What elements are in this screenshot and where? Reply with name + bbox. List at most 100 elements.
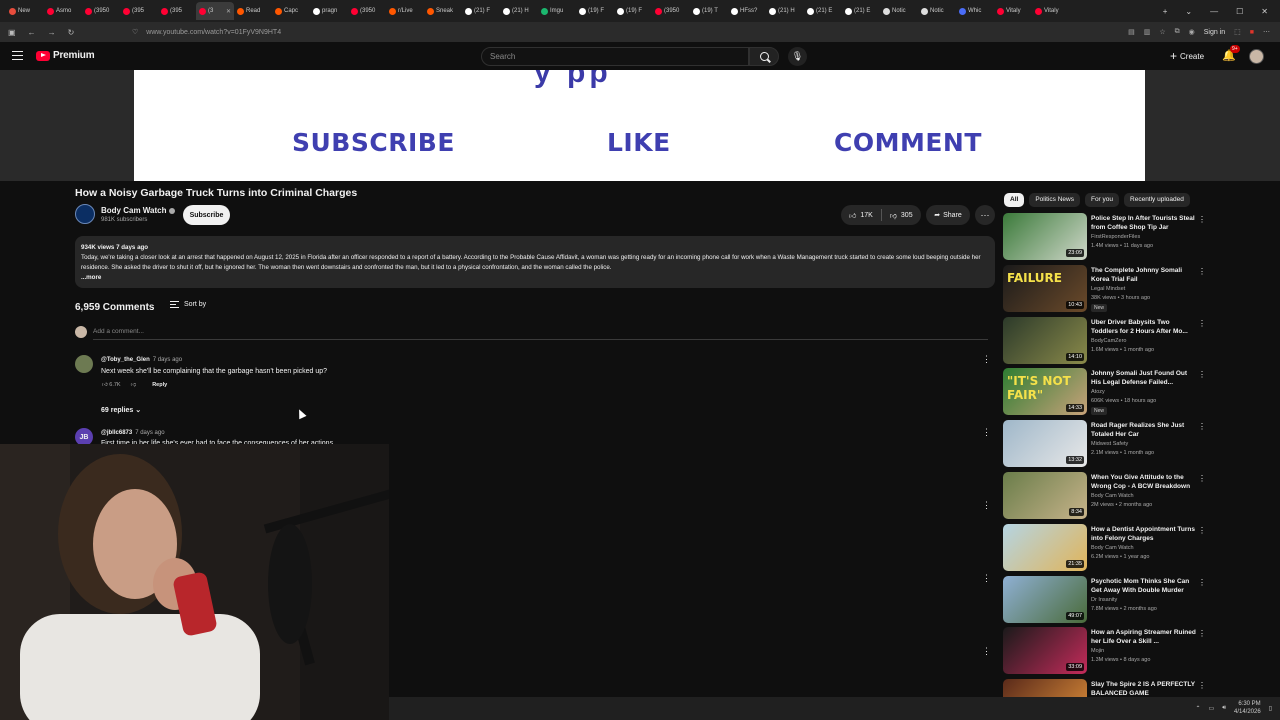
share-button[interactable]: ➦ Share — [926, 205, 970, 225]
recommended-title[interactable]: Uber Driver Babysits Two Toddlers for 2 … — [1091, 318, 1196, 336]
video-thumbnail[interactable]: 21:35 — [1003, 523, 1087, 571]
description-box[interactable]: 934K views 7 days ago Today, we're takin… — [75, 236, 995, 288]
browser-tab[interactable]: HFss? — [728, 2, 766, 20]
tab-list-icon[interactable]: ⌄ — [1185, 7, 1192, 16]
notification-center-icon[interactable]: ▯ — [1269, 705, 1272, 712]
comment-author[interactable]: @Toby_the_Glen 7 days ago — [101, 357, 182, 363]
sidebar-toggle-icon[interactable]: ▣ — [8, 28, 16, 37]
youtube-logo[interactable]: Premium — [36, 50, 95, 61]
browser-tab[interactable]: (3 ✕ — [196, 2, 234, 20]
recommended-video[interactable]: 23:09 Police Step In After Tourists Steal… — [1003, 213, 1208, 261]
hamburger-menu-icon[interactable] — [12, 51, 23, 60]
site-info-icon[interactable]: ♡ — [132, 28, 138, 36]
recommended-channel[interactable]: Body Cam Watch — [1091, 493, 1134, 499]
video-thumbnail[interactable]: "IT'S NOT FAIR" 14:33 — [1003, 368, 1087, 416]
comment-author[interactable]: @jbllc6873 7 days ago — [101, 430, 165, 436]
comment-menu-icon[interactable]: ⋮ — [982, 646, 991, 657]
video-thumbnail[interactable]: 49:07 — [1003, 575, 1087, 623]
recommended-video[interactable]: 14:10 Uber Driver Babysits Two Toddlers f… — [1003, 316, 1208, 365]
video-menu-icon[interactable]: ⋮ — [1198, 526, 1206, 535]
tray-chevron-icon[interactable]: ⌃ — [1196, 705, 1201, 712]
minimize-icon[interactable]: — — [1210, 7, 1218, 16]
browser-tab[interactable]: Read — [234, 2, 272, 20]
browser-tab[interactable]: (21) H — [500, 2, 538, 20]
reload-icon[interactable]: ↻ — [68, 28, 75, 37]
recommended-channel[interactable]: Midwest Safety — [1091, 441, 1128, 447]
browser-tab[interactable]: (21) E — [804, 2, 842, 20]
close-tab-icon[interactable]: ✕ — [226, 8, 231, 15]
view-replies-button[interactable]: 69 replies ⌄ — [101, 406, 141, 414]
reader-icon[interactable]: ▥ — [1144, 28, 1151, 36]
close-window-icon[interactable]: ✕ — [1261, 7, 1268, 16]
recommended-channel[interactable]: Dr Insanity — [1091, 597, 1117, 603]
recommended-video[interactable]: 13:32 Road Rager Realizes She Just Totale… — [1003, 420, 1208, 468]
browser-tab[interactable]: (21) F — [462, 2, 500, 20]
install-icon[interactable]: ▤ — [1128, 28, 1135, 36]
video-menu-icon[interactable]: ⋮ — [1198, 267, 1206, 276]
sign-in-link[interactable]: Sign in — [1204, 29, 1225, 36]
like-button[interactable]: 👍︎ 17K — [841, 211, 881, 220]
comment-avatar[interactable] — [75, 355, 93, 373]
video-thumbnail[interactable]: 13:32 — [1003, 420, 1087, 468]
video-menu-icon[interactable]: ⋮ — [1198, 319, 1206, 328]
browser-tab[interactable]: Notic — [880, 2, 918, 20]
recommended-channel[interactable]: Mojin — [1091, 648, 1104, 654]
recommended-video[interactable]: FAILURE 10:43 The Complete Johnny Somali K… — [1003, 264, 1208, 313]
browser-tab[interactable]: (3950 — [348, 2, 386, 20]
create-button[interactable]: + Create — [1170, 49, 1204, 63]
recommended-video[interactable]: 33:09 How an Aspiring Streamer Ruined her… — [1003, 627, 1208, 675]
comment-menu-icon[interactable]: ⋮ — [982, 573, 991, 584]
comment-menu-icon[interactable]: ⋮ — [982, 500, 991, 511]
browser-tab[interactable]: (21) H — [766, 2, 804, 20]
sort-by-button[interactable]: Sort by — [170, 301, 206, 308]
recommended-title[interactable]: Psychotic Mom Thinks She Can Get Away Wi… — [1091, 577, 1196, 595]
video-player[interactable]: y pp SUBSCRIBE LIKE COMMENT — [0, 70, 1280, 181]
video-menu-icon[interactable]: ⋮ — [1198, 474, 1206, 483]
recommended-title[interactable]: How a Dentist Appointment Turns into Fel… — [1091, 525, 1196, 543]
recommended-title[interactable]: The Complete Johnny Somali Korea Trial F… — [1091, 266, 1196, 284]
video-menu-icon[interactable]: ⋮ — [1198, 629, 1206, 638]
extension-red-icon[interactable]: ■ — [1250, 29, 1254, 36]
account-icon[interactable]: ◉ — [1189, 28, 1195, 36]
dislike-button[interactable]: 👎︎ 305 — [882, 211, 921, 220]
video-thumbnail[interactable]: FAILURE 10:43 — [1003, 264, 1087, 312]
recommended-title[interactable]: Road Rager Realizes She Just Totaled Her… — [1091, 421, 1196, 439]
browser-tab[interactable]: (21) E — [842, 2, 880, 20]
browser-tab[interactable]: Vitaly — [994, 2, 1032, 20]
maximize-icon[interactable]: ☐ — [1236, 7, 1243, 16]
browser-tab[interactable]: (3950 — [82, 2, 120, 20]
video-menu-icon[interactable]: ⋮ — [1198, 578, 1206, 587]
recommended-channel[interactable]: Body Cam Watch — [1091, 545, 1134, 551]
browser-tab[interactable]: (3950 — [652, 2, 690, 20]
recommended-video[interactable]: "IT'S NOT FAIR" 14:33 Johnny Somali Just F… — [1003, 368, 1208, 416]
chip-all[interactable]: All — [1004, 193, 1025, 207]
reply-button[interactable]: Reply — [152, 382, 167, 388]
more-actions-icon[interactable]: ⋯ — [975, 205, 995, 225]
video-menu-icon[interactable]: ⋮ — [1198, 215, 1206, 224]
recommended-channel[interactable]: BodyCamZero — [1091, 338, 1126, 344]
chip-for-you[interactable]: For you — [1084, 193, 1120, 207]
recommended-title[interactable]: Johnny Somali Just Found Out His Legal D… — [1091, 369, 1196, 387]
url-field[interactable]: www.youtube.com/watch?v=01FyV9N9HT4 — [146, 29, 281, 36]
video-thumbnail[interactable]: 33:09 — [1003, 627, 1087, 675]
browser-tab[interactable]: pragn — [310, 2, 348, 20]
video-menu-icon[interactable]: ⋮ — [1198, 370, 1206, 379]
back-icon[interactable]: ← — [28, 28, 36, 37]
voice-search-button[interactable]: 🎙 — [788, 47, 807, 66]
browser-menu-icon[interactable]: ⋯ — [1263, 28, 1270, 36]
user-avatar[interactable] — [1249, 49, 1264, 64]
search-button[interactable] — [749, 47, 779, 66]
browser-tab[interactable]: Asmo — [44, 2, 82, 20]
extensions-icon[interactable]: ⧉ — [1175, 28, 1180, 36]
browser-tab[interactable]: (395 — [158, 2, 196, 20]
comment-menu-icon[interactable]: ⋮ — [982, 427, 991, 438]
collections-icon[interactable]: ⬚ — [1234, 28, 1241, 36]
description-more-link[interactable]: ...more — [81, 273, 989, 283]
recommended-channel[interactable]: Legal Mindset — [1091, 286, 1125, 292]
network-icon[interactable]: ▭ — [1209, 705, 1215, 712]
chip-recently-uploaded[interactable]: Recently uploaded — [1124, 193, 1190, 207]
add-comment-input[interactable]: Add a comment... — [93, 328, 988, 340]
chip-politics-news[interactable]: Politics News — [1029, 193, 1080, 207]
video-thumbnail[interactable]: 14:10 — [1003, 316, 1087, 364]
browser-tab[interactable]: Sneak — [424, 2, 462, 20]
